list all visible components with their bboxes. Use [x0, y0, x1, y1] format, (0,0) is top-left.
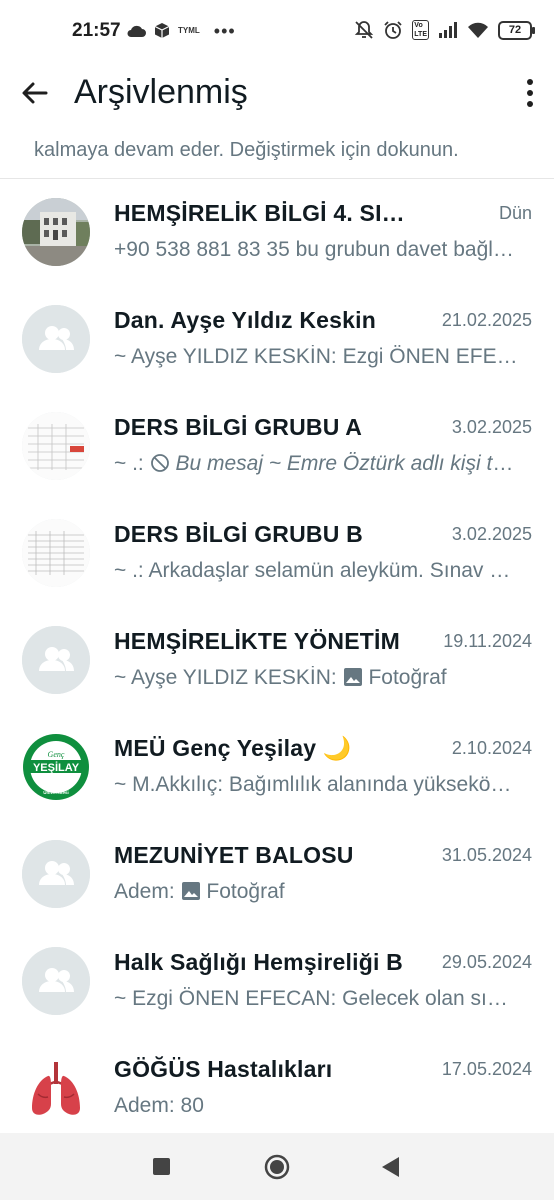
chat-date: 31.05.2024	[441, 845, 532, 865]
chat-preview: Adem: Fotoğraf	[114, 880, 519, 904]
logo-main-text: YEŞİLAY	[33, 761, 80, 774]
arrow-left-icon[interactable]	[18, 76, 52, 110]
chat-date: 19.11.2024	[443, 631, 532, 651]
avatar[interactable]	[22, 412, 90, 480]
group-icon	[22, 626, 90, 694]
wifi-icon	[468, 22, 488, 38]
photo-icon	[181, 882, 200, 900]
chat-name: Halk Sağlığı Hemşireliği B	[114, 949, 403, 975]
preview-prefix: Adem:	[114, 880, 181, 903]
chat-date: Dün	[498, 203, 532, 223]
chat-row[interactable]: MERSİN Genç YEŞİLAY Üniversitesi MEÜ Gen…	[0, 713, 554, 820]
chat-row[interactable]: DERS BİLGİ GRUBU B 3.02.2025 ~ .: Arkada…	[0, 499, 554, 606]
chat-preview: ~ Ayşe YILDIZ KESKİN: Ezgi ÖNEN EFECAN	[114, 345, 519, 368]
schedule-document-icon	[22, 412, 90, 480]
cloud-icon	[127, 25, 146, 37]
chat-name: DERS BİLGİ GRUBU A	[114, 414, 363, 440]
chat-row[interactable]: HEMŞİRELİK BİLGİ 4. SINIF Dün +90 538 88…	[0, 178, 554, 285]
avatar[interactable]	[22, 1054, 90, 1122]
avatar[interactable]	[22, 198, 90, 266]
chat-preview: +90 538 881 83 35 bu grubun davet bağlan…	[114, 238, 519, 261]
logo-top-text: MERSİN	[46, 742, 66, 749]
back-triangle-icon[interactable]	[380, 1156, 400, 1178]
chat-preview: ~ M.Akkılıç: Bağımlılık alanında yüksekö…	[114, 773, 519, 796]
more-dots-icon: •••	[213, 20, 236, 41]
chat-date: 3.02.2025	[451, 524, 532, 544]
chat-preview: ~ Ezgi ÖNEN EFECAN: Gelecek olan sınav	[114, 987, 519, 1010]
avatar[interactable]: MERSİN Genç YEŞİLAY Üniversitesi	[22, 733, 90, 801]
preview-prefix: ~ .:	[114, 452, 150, 475]
chat-date: 21.02.2025	[441, 310, 532, 330]
logo-bottom-text: Üniversitesi	[43, 789, 69, 795]
chat-date: 17.05.2024	[441, 1059, 532, 1079]
chat-name: MEÜ Genç Yeşilay 🌙	[114, 735, 352, 761]
chat-row[interactable]: Dan. Ayşe Yıldız Keskin 21.02.2025 ~ Ayş…	[0, 285, 554, 392]
group-icon	[22, 840, 90, 908]
avatar[interactable]	[22, 947, 90, 1015]
mute-bell-icon	[355, 21, 374, 39]
page-title: Arşivlenmiş	[74, 73, 248, 111]
chat-name: MEZUNİYET BALOSU	[114, 842, 354, 868]
system-nav-bar	[0, 1133, 554, 1200]
schedule-document-icon	[22, 519, 90, 587]
avatar[interactable]	[22, 305, 90, 373]
chat-preview: ~ Ayşe YILDIZ KESKİN: Fotoğraf	[114, 666, 519, 690]
alarm-icon	[384, 21, 402, 39]
chat-date: 29.05.2024	[441, 952, 532, 972]
chat-name: HEMŞİRELİKTE YÖNETİM	[114, 628, 400, 654]
avatar[interactable]	[22, 626, 90, 694]
chat-date: 3.02.2025	[451, 417, 532, 437]
recent-apps-icon[interactable]	[153, 1158, 170, 1175]
chat-preview: Adem: 80	[114, 1094, 204, 1117]
photo-icon	[343, 668, 362, 686]
deleted-message-text: Bu mesaj ~ Emre Öztürk adlı kişi tarafın…	[175, 452, 519, 475]
chat-row[interactable]: Halk Sağlığı Hemşireliği B 29.05.2024 ~ …	[0, 927, 554, 1034]
media-label: Fotoğraf	[368, 666, 447, 689]
status-right-icons: Vo LTE 72	[354, 20, 535, 40]
group-icon	[22, 305, 90, 373]
deleted-icon	[150, 454, 169, 472]
status-time: 21:57	[72, 20, 121, 41]
home-icon[interactable]	[264, 1154, 290, 1180]
status-bar: 21:57 TYML ••• Vo LTE 72	[0, 0, 554, 60]
signal-icon	[439, 22, 457, 38]
volte-icon: Vo LTE	[412, 20, 429, 40]
carrier-tag: TYML	[178, 26, 200, 35]
chat-row[interactable]: DERS BİLGİ GRUBU A 3.02.2025 ~ .: Bu mes…	[0, 392, 554, 499]
box-icon	[154, 23, 170, 38]
more-vert-icon[interactable]	[524, 78, 536, 108]
chat-name: GÖĞÜS Hastalıkları	[114, 1056, 333, 1082]
avatar[interactable]	[22, 519, 90, 587]
yesilay-logo-icon: MERSİN Genç YEŞİLAY Üniversitesi	[23, 734, 89, 800]
chat-name: DERS BİLGİ GRUBU B	[114, 521, 363, 547]
chat-row[interactable]: HEMŞİRELİKTE YÖNETİM 19.11.2024 ~ Ayşe Y…	[0, 606, 554, 713]
lungs-icon	[22, 1054, 90, 1122]
avatar[interactable]	[22, 840, 90, 908]
media-label: Fotoğraf	[206, 880, 285, 903]
chat-name: Dan. Ayşe Yıldız Keskin	[114, 307, 376, 333]
chat-row[interactable]: GÖĞÜS Hastalıkları 17.05.2024 Adem: 80	[0, 1034, 554, 1141]
battery-icon: 72	[498, 20, 535, 40]
app-header: Arşivlenmiş	[0, 60, 554, 128]
chat-preview: ~ .: Arkadaşlar selamün aleyküm. Sınav p…	[114, 559, 519, 582]
archive-info-banner[interactable]: kalmaya devam eder. Değiştirmek için dok…	[0, 128, 554, 179]
group-icon	[22, 947, 90, 1015]
chat-row[interactable]: MEZUNİYET BALOSU 31.05.2024 Adem: Fotoğr…	[0, 820, 554, 927]
archive-info-text: kalmaya devam eder. Değiştirmek için dok…	[34, 139, 459, 161]
preview-prefix: ~ Ayşe YILDIZ KESKİN:	[114, 666, 343, 689]
chat-preview: ~ .: Bu mesaj ~ Emre Öztürk adlı kişi ta…	[114, 452, 519, 476]
logo-mid-text: Genç	[48, 750, 65, 759]
chat-name: HEMŞİRELİK BİLGİ 4. SINIF	[114, 200, 414, 226]
status-left-icons: TYML •••	[126, 20, 236, 41]
chat-date: 2.10.2024	[451, 738, 532, 758]
building-photo-icon	[22, 198, 90, 266]
